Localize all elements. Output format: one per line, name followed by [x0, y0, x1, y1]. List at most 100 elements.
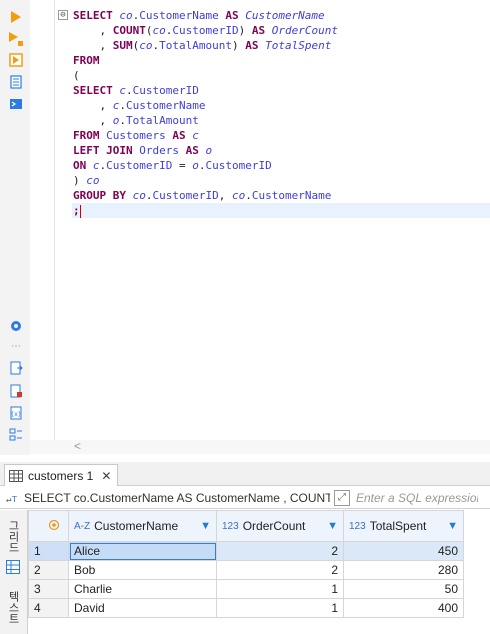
sort-icon[interactable]: ▼	[200, 520, 211, 532]
format-icon[interactable]: {x}	[8, 405, 24, 421]
cell-totalspent[interactable]: 450	[343, 541, 464, 561]
code-token: o	[192, 159, 199, 172]
cell-customername[interactable]: David	[68, 598, 217, 618]
settings-icon[interactable]	[8, 318, 24, 334]
code-token: o	[205, 144, 213, 157]
tab-text[interactable]: 텍스트	[2, 584, 24, 630]
code-token: CustomerID	[205, 159, 272, 172]
cell-customername[interactable]: Alice	[68, 541, 217, 561]
code-token: ,	[73, 99, 113, 112]
sql-query-icon: ↵ T	[6, 495, 17, 505]
close-icon[interactable]: ✕	[101, 469, 111, 483]
fold-marker-icon[interactable]: ⊖	[58, 10, 68, 20]
load-script-icon[interactable]	[8, 96, 24, 112]
cell-totalspent[interactable]: 50	[343, 579, 464, 599]
expand-filter-icon[interactable]: ⤢	[334, 489, 350, 506]
table-row[interactable]: 1 Alice 2 450	[28, 541, 464, 561]
code-token: ,	[73, 24, 113, 37]
cell-ordercount[interactable]: 2	[216, 560, 344, 580]
table-row[interactable]: 2 Bob 2 280	[28, 560, 464, 580]
row-number[interactable]: 1	[28, 541, 69, 561]
code-token: co	[132, 189, 146, 202]
code-token: CustomerName	[245, 9, 325, 22]
sort-icon[interactable]: ▼	[447, 520, 458, 532]
code-line[interactable]: SELECT c.CustomerID	[72, 83, 490, 98]
code-line[interactable]: ;	[72, 203, 490, 218]
code-line[interactable]: , SUM(co.TotalAmount) AS TotalSpent	[72, 38, 490, 53]
row-number[interactable]: 4	[28, 598, 69, 618]
code-line[interactable]: , c.CustomerName	[72, 98, 490, 113]
code-line[interactable]: ON c.CustomerID = o.CustomerID	[72, 158, 490, 173]
cell-ordercount[interactable]: 1	[216, 598, 344, 618]
code-token: ,	[218, 189, 232, 202]
code-token: AS	[225, 9, 246, 22]
code-token: (	[73, 69, 80, 82]
row-number[interactable]: 2	[28, 560, 69, 580]
code-token: COUNT	[112, 24, 146, 37]
table-row[interactable]: 3 Charlie 1 50	[28, 579, 464, 599]
filter-input[interactable]: Enter a SQL expression	[356, 491, 478, 505]
code-line[interactable]: SELECT co.CustomerName AS CustomerName	[72, 8, 490, 23]
code-token: CustomerID	[106, 159, 179, 172]
text-type-icon: A-Z	[74, 520, 91, 532]
tab-label: customers 1	[28, 468, 94, 483]
code-line[interactable]: , COUNT(co.CustomerID) AS OrderCount	[72, 23, 490, 38]
grid-view-icon[interactable]	[2, 558, 24, 576]
code-line[interactable]: FROM	[72, 53, 490, 68]
tab-grid[interactable]: 그리드	[2, 516, 24, 556]
tab-customers-1[interactable]: customers 1 ✕	[4, 464, 119, 486]
code-token: ON	[73, 159, 93, 172]
cell-ordercount[interactable]: 1	[216, 579, 344, 599]
code-token: GROUP BY	[73, 189, 133, 202]
code-line[interactable]: GROUP BY co.CustomerID, co.CustomerName	[72, 188, 490, 203]
explain-plan-icon[interactable]	[8, 74, 24, 90]
cell-customername[interactable]: Charlie	[68, 579, 217, 599]
layout-icon[interactable]	[8, 427, 24, 443]
scroll-left-icon[interactable]: <	[74, 439, 81, 453]
result-grid[interactable]: A-Z CustomerName ▼ 123 OrderCount ▼ 123 Total…	[28, 510, 490, 634]
code-token: CustomerID	[172, 24, 239, 37]
column-label: TotalSpent	[369, 519, 427, 533]
row-number[interactable]: 3	[28, 579, 69, 599]
code-token: c	[119, 84, 126, 97]
code-token: AS	[172, 129, 193, 142]
export-icon[interactable]	[8, 360, 24, 376]
code-line[interactable]: , o.TotalAmount	[72, 113, 490, 128]
code-token: .	[125, 84, 133, 97]
execute-in-new-tab-icon[interactable]	[8, 52, 24, 68]
code-token: CustomerID	[132, 84, 199, 97]
code-token: ,	[73, 114, 113, 127]
code-line[interactable]: FROM Customers AS c	[72, 128, 490, 143]
code-line[interactable]: (	[72, 68, 490, 83]
save-icon[interactable]	[8, 383, 24, 399]
column-header-totalspent[interactable]: 123 TotalSpent ▼	[343, 510, 464, 542]
sort-icon[interactable]: ▼	[327, 520, 338, 532]
column-header-ordercount[interactable]: 123 OrderCount ▼	[216, 510, 344, 542]
execute-statement-icon[interactable]	[8, 9, 24, 25]
code-token: CustomerName	[139, 9, 226, 22]
column-header-customername[interactable]: A-Z CustomerName ▼	[68, 510, 217, 542]
number-type-icon: 123	[222, 520, 239, 532]
code-token: AS	[245, 39, 266, 52]
cell-totalspent[interactable]: 280	[343, 560, 464, 580]
code-token: co	[231, 189, 246, 202]
code-token: )	[238, 24, 252, 37]
row-header-corner[interactable]	[28, 510, 69, 542]
table-row[interactable]: 4 David 1 400	[28, 598, 464, 618]
code-token: Orders	[139, 144, 186, 157]
select-all-icon	[48, 519, 60, 530]
column-label: OrderCount	[242, 519, 306, 533]
sql-editor[interactable]: ⊖ SELECT co.CustomerName AS CustomerName…	[30, 0, 490, 455]
code-token: c	[192, 129, 199, 142]
more-icon[interactable]: ⋯	[8, 338, 24, 354]
cell-customername[interactable]: Bob	[68, 560, 217, 580]
cell-totalspent[interactable]: 400	[343, 598, 464, 618]
cell-ordercount[interactable]: 2	[216, 541, 344, 561]
code-token: )	[73, 174, 87, 187]
code-token: co	[152, 24, 166, 37]
execute-script-icon[interactable]	[8, 31, 24, 47]
editor-horizontal-scrollbar[interactable]: <	[30, 439, 490, 454]
code-line[interactable]: LEFT JOIN Orders AS o	[72, 143, 490, 158]
code-line[interactable]: ) co	[72, 173, 490, 188]
sql-code[interactable]: SELECT co.CustomerName AS CustomerName ,…	[72, 8, 490, 218]
